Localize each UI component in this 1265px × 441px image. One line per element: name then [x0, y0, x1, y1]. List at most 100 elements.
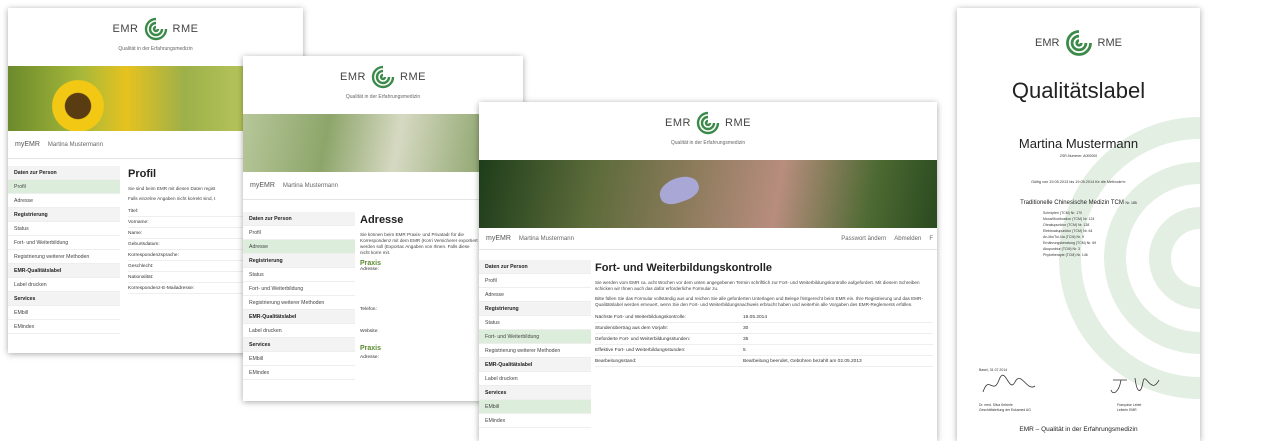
- signatory-2: Françoise Lebet Leiterin EMR: [1117, 403, 1141, 412]
- nav-item-adresse[interactable]: Adresse: [479, 288, 591, 302]
- row-label: Nächste Fort- und Weiterbildungskontroll…: [595, 314, 686, 320]
- row-value: 19.05.2014: [743, 314, 768, 320]
- row-value: 5: [743, 347, 746, 353]
- field-label: Geschlecht:: [128, 263, 154, 269]
- nav-item-reg-methods[interactable]: Registrierung weiterer Methoden: [8, 250, 120, 264]
- method-number: Nr. 185: [1125, 201, 1137, 205]
- address-row: Adresse:: [360, 352, 480, 363]
- emr-logo[interactable]: EMR RME: [243, 64, 523, 90]
- emr-logo[interactable]: EMR RME: [479, 110, 937, 136]
- nav-category-services: Services: [243, 338, 355, 352]
- nav-category-registration: Registrierung: [479, 302, 591, 316]
- tagline: Qualität in der Erfahrungsmedizin: [670, 140, 746, 146]
- nav-item-profil[interactable]: Profil: [243, 226, 355, 240]
- logo-rme-text: RME: [1097, 37, 1122, 49]
- nav-item-emindex[interactable]: EMindex: [243, 366, 355, 380]
- signatory-role: Geschäftsleitung der Eskamed AG: [979, 407, 1031, 412]
- nav-item-adresse[interactable]: Adresse: [8, 194, 120, 208]
- nav-category-label: EMR-Qualitätslabel: [479, 358, 591, 372]
- nav-item-reg-methods[interactable]: Registrierung weiterer Methoden: [479, 344, 591, 358]
- site-header: EMR RME Qualität in der Erfahrungsmedizi…: [479, 102, 937, 160]
- nav-category-label: EMR-Qualitätslabel: [243, 310, 355, 324]
- row-label: Geforderte Fort- und Weiterbildungsstund…: [595, 336, 691, 342]
- nav-item-adresse[interactable]: Adresse: [243, 240, 355, 254]
- spiral-logo-icon: [696, 111, 720, 135]
- nav-category-person: Daten zur Person: [479, 260, 591, 274]
- address-content: Adresse Sie können beim EMR Praxis- und …: [360, 214, 480, 363]
- field-label: Telefon:: [360, 307, 377, 312]
- logo-rme-text: RME: [172, 23, 199, 35]
- method-title: Traditionelle Chinesische Medizin TCM Nr…: [957, 200, 1200, 206]
- tagline: Qualität in der Erfahrungsmedizin: [118, 46, 193, 52]
- sidebar-nav: Daten zur Person Profil Adresse Registri…: [8, 166, 120, 334]
- nav-item-embill[interactable]: EMbill: [243, 352, 355, 366]
- sub-method: Phytotherapie (TCM) Nr. 146: [1043, 253, 1088, 257]
- password-change-link[interactable]: Passwort ändern: [841, 236, 886, 242]
- sidebar-nav: Daten zur Person Profil Adresse Registri…: [243, 212, 355, 380]
- quality-label-certificate: EMR RME Qualitätslabel Martina Musterman…: [957, 8, 1200, 441]
- nav-item-label-print[interactable]: Label drucken: [479, 372, 591, 386]
- praxis-heading: Praxis: [360, 260, 382, 267]
- nav-item-status[interactable]: Status: [479, 316, 591, 330]
- signatory-1: Dr. med. Silva Keberle Geschäftsleitung d…: [979, 403, 1031, 412]
- table-row: Geforderte Fort- und Weiterbildungsstund…: [595, 334, 933, 345]
- phone-row: Telefon:: [360, 307, 480, 329]
- holder-name: Martina Mustermann: [1018, 136, 1139, 151]
- training-content: Fort- und Weiterbildungskontrolle Sie we…: [595, 262, 933, 367]
- logout-link[interactable]: Abmelden: [894, 236, 921, 242]
- row-value: 30: [743, 325, 749, 331]
- nav-item-training[interactable]: Fort- und Weiterbildung: [243, 282, 355, 296]
- nav-item-emindex[interactable]: EMindex: [8, 320, 120, 334]
- myemr-link[interactable]: myEMR: [486, 235, 511, 242]
- myemr-link[interactable]: myEMR: [250, 182, 275, 189]
- intro-text: Sie können beim EMR Praxis- und Privatad…: [360, 232, 478, 255]
- intro-text: Sie werden vom EMR ca. acht Wochen vor d…: [595, 280, 920, 291]
- training-screenshot: EMR RME Qualität in der Erfahrungsmedizi…: [479, 102, 937, 441]
- nav-item-embill[interactable]: EMbill: [8, 306, 120, 320]
- user-name: Martina Mustermann: [282, 182, 338, 189]
- nav-item-label-print[interactable]: Label drucken: [8, 278, 120, 292]
- address-row: Adresse:: [360, 267, 480, 307]
- signature-2: [1110, 377, 1160, 394]
- tagline: Qualität in der Erfahrungsmedizin: [345, 94, 421, 100]
- nav-category-person: Daten zur Person: [8, 166, 120, 180]
- nav-category-person: Daten zur Person: [243, 212, 355, 226]
- nav-item-label-print[interactable]: Label drucken: [243, 324, 355, 338]
- row-label: Effektive Fort- und Weiterbildungsstunde…: [595, 347, 686, 353]
- page-title: Fort- und Weiterbildungskontrolle: [595, 262, 773, 274]
- nav-item-embill[interactable]: EMbill: [479, 400, 591, 414]
- field-label: Nationalität:: [128, 274, 154, 280]
- row-label: Stundenübertrag aus dem Vorjahr:: [595, 325, 669, 331]
- field-label: Korrespondenz-E-Mailadresse:: [128, 285, 195, 291]
- page-title: Adresse: [360, 214, 404, 226]
- logo-emr-text: EMR: [112, 23, 139, 35]
- row-label: Bearbeitungsstand:: [595, 358, 637, 364]
- nav-category-registration: Registrierung: [243, 254, 355, 268]
- table-row: Stundenübertrag aus dem Vorjahr: 30: [595, 323, 933, 334]
- nav-category-registration: Registrierung: [8, 208, 120, 222]
- nav-category-services: Services: [8, 292, 120, 306]
- nav-item-training[interactable]: Fort- und Weiterbildung: [479, 330, 591, 344]
- language-link[interactable]: F: [929, 236, 933, 242]
- field-label: Titel:: [128, 208, 139, 214]
- myemr-link[interactable]: myEMR: [15, 141, 40, 148]
- signatory-name: Françoise Lebet: [1117, 403, 1142, 407]
- nav-item-training[interactable]: Fort- und Weiterbildung: [8, 236, 120, 250]
- emr-logo[interactable]: EMR RME: [8, 16, 303, 42]
- logo-emr-text: EMR: [340, 71, 366, 83]
- nav-item-status[interactable]: Status: [243, 268, 355, 282]
- nav-item-profil[interactable]: Profil: [479, 274, 591, 288]
- certificate-title: Qualitätslabel: [1011, 78, 1146, 103]
- field-label: Name:: [128, 230, 143, 236]
- nav-item-status[interactable]: Status: [8, 222, 120, 236]
- nav-item-reg-methods[interactable]: Registrierung weiterer Methoden: [243, 296, 355, 310]
- table-row: Bearbeitungsstand: Bearbeitung beendet, G…: [595, 356, 933, 367]
- nav-category-services: Services: [479, 386, 591, 400]
- nav-category-label: EMR-Qualitätslabel: [8, 264, 120, 278]
- table-row: Effektive Fort- und Weiterbildungsstunde…: [595, 345, 933, 356]
- nav-item-profil[interactable]: Profil: [8, 180, 120, 194]
- field-label: Adresse:: [360, 267, 379, 272]
- nav-item-emindex[interactable]: EMindex: [479, 414, 591, 428]
- field-label: Website:: [360, 329, 379, 334]
- logo-emr-text: EMR: [1035, 37, 1060, 49]
